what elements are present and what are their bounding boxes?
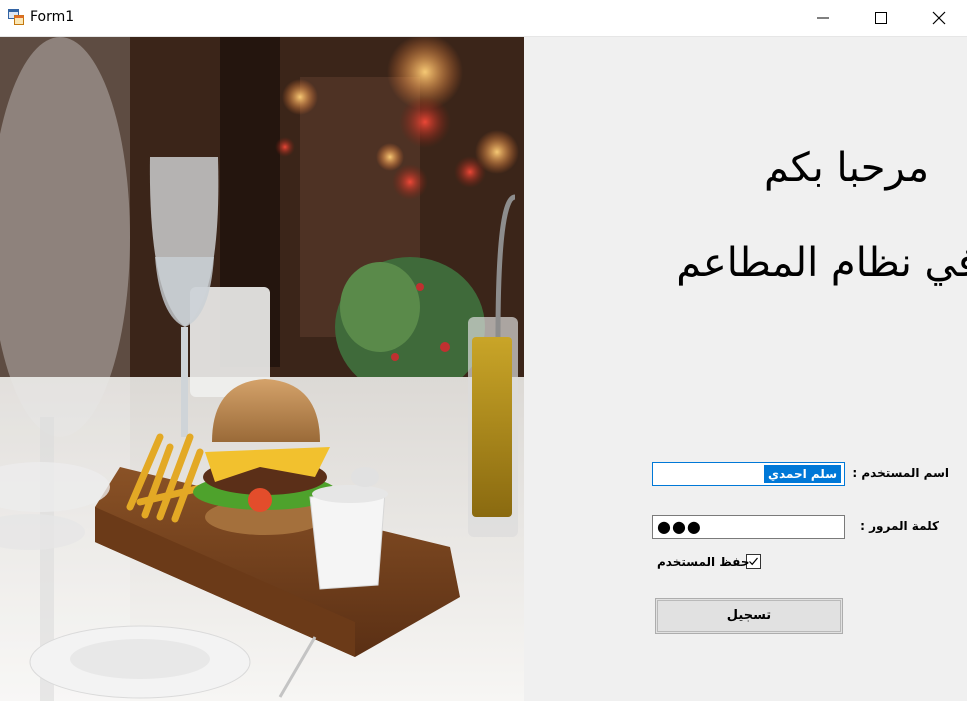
window-title: Form1	[30, 9, 75, 25]
form-app-icon	[8, 9, 24, 25]
hero-image	[0, 37, 524, 701]
minimize-icon	[817, 17, 829, 19]
login-button[interactable]: تسجيل	[655, 598, 843, 634]
remember-user-label[interactable]: حفظ المستخدم	[657, 555, 749, 569]
maximize-button[interactable]	[852, 0, 910, 36]
welcome-heading-line1: مرحبا بكم	[763, 145, 929, 191]
burger-and-fries-restaurant-photo	[0, 37, 524, 701]
welcome-heading-line2: في نظام المطاعم	[676, 240, 967, 286]
minimize-button[interactable]	[794, 0, 852, 36]
close-icon	[932, 11, 946, 25]
username-value: سلم احمدي	[763, 465, 841, 483]
title-bar: Form1	[0, 0, 967, 37]
username-field[interactable]: سلم احمدي	[652, 462, 845, 486]
close-button[interactable]	[910, 0, 967, 36]
login-button-label: تسجيل	[726, 608, 772, 623]
username-label: اسم المستخدم :	[852, 466, 949, 480]
password-field[interactable]: ●●●	[652, 515, 845, 539]
password-value: ●●●	[657, 517, 702, 536]
maximize-icon	[875, 12, 887, 24]
password-label: كلمة المرور :	[860, 519, 939, 533]
checkmark-icon	[749, 557, 758, 566]
